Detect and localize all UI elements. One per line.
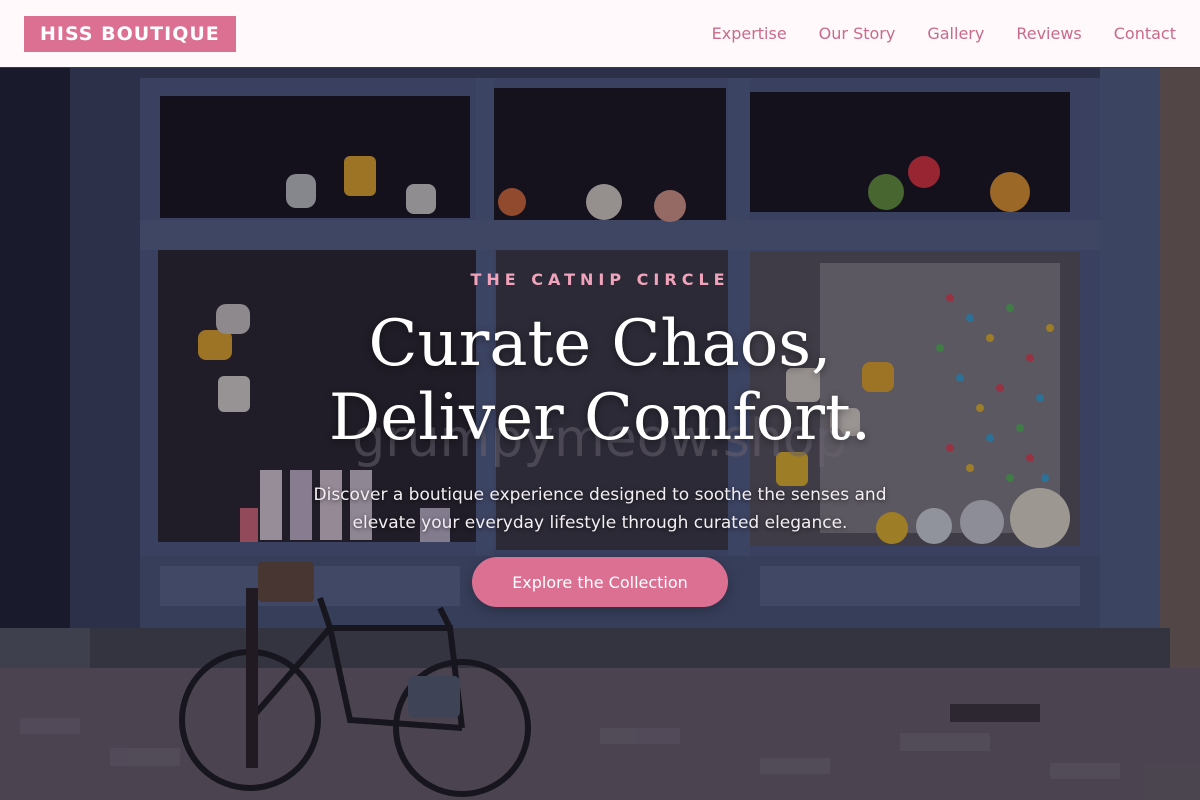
hero-content: THE CATNIP CIRCLE Curate Chaos, Deliver …: [0, 68, 1200, 800]
nav-link-our-story[interactable]: Our Story: [819, 24, 896, 43]
explore-collection-button[interactable]: Explore the Collection: [472, 557, 728, 607]
nav-link-expertise[interactable]: Expertise: [712, 24, 787, 43]
hero-section: grumpymeow.shop THE CATNIP CIRCLE Curate…: [0, 68, 1200, 800]
hero-subtext: Discover a boutique experience designed …: [313, 485, 887, 533]
hero-headline: Curate Chaos, Deliver Comfort.: [328, 307, 872, 455]
nav-links: Expertise Our Story Gallery Reviews Cont…: [712, 24, 1176, 43]
nav-link-contact[interactable]: Contact: [1114, 24, 1176, 43]
brand-logo[interactable]: HISS BOUTIQUE: [24, 15, 236, 52]
nav-link-gallery[interactable]: Gallery: [927, 24, 984, 43]
hero-eyebrow: THE CATNIP CIRCLE: [470, 270, 730, 289]
top-navigation: HISS BOUTIQUE Expertise Our Story Galler…: [0, 0, 1200, 68]
nav-link-reviews[interactable]: Reviews: [1016, 24, 1081, 43]
